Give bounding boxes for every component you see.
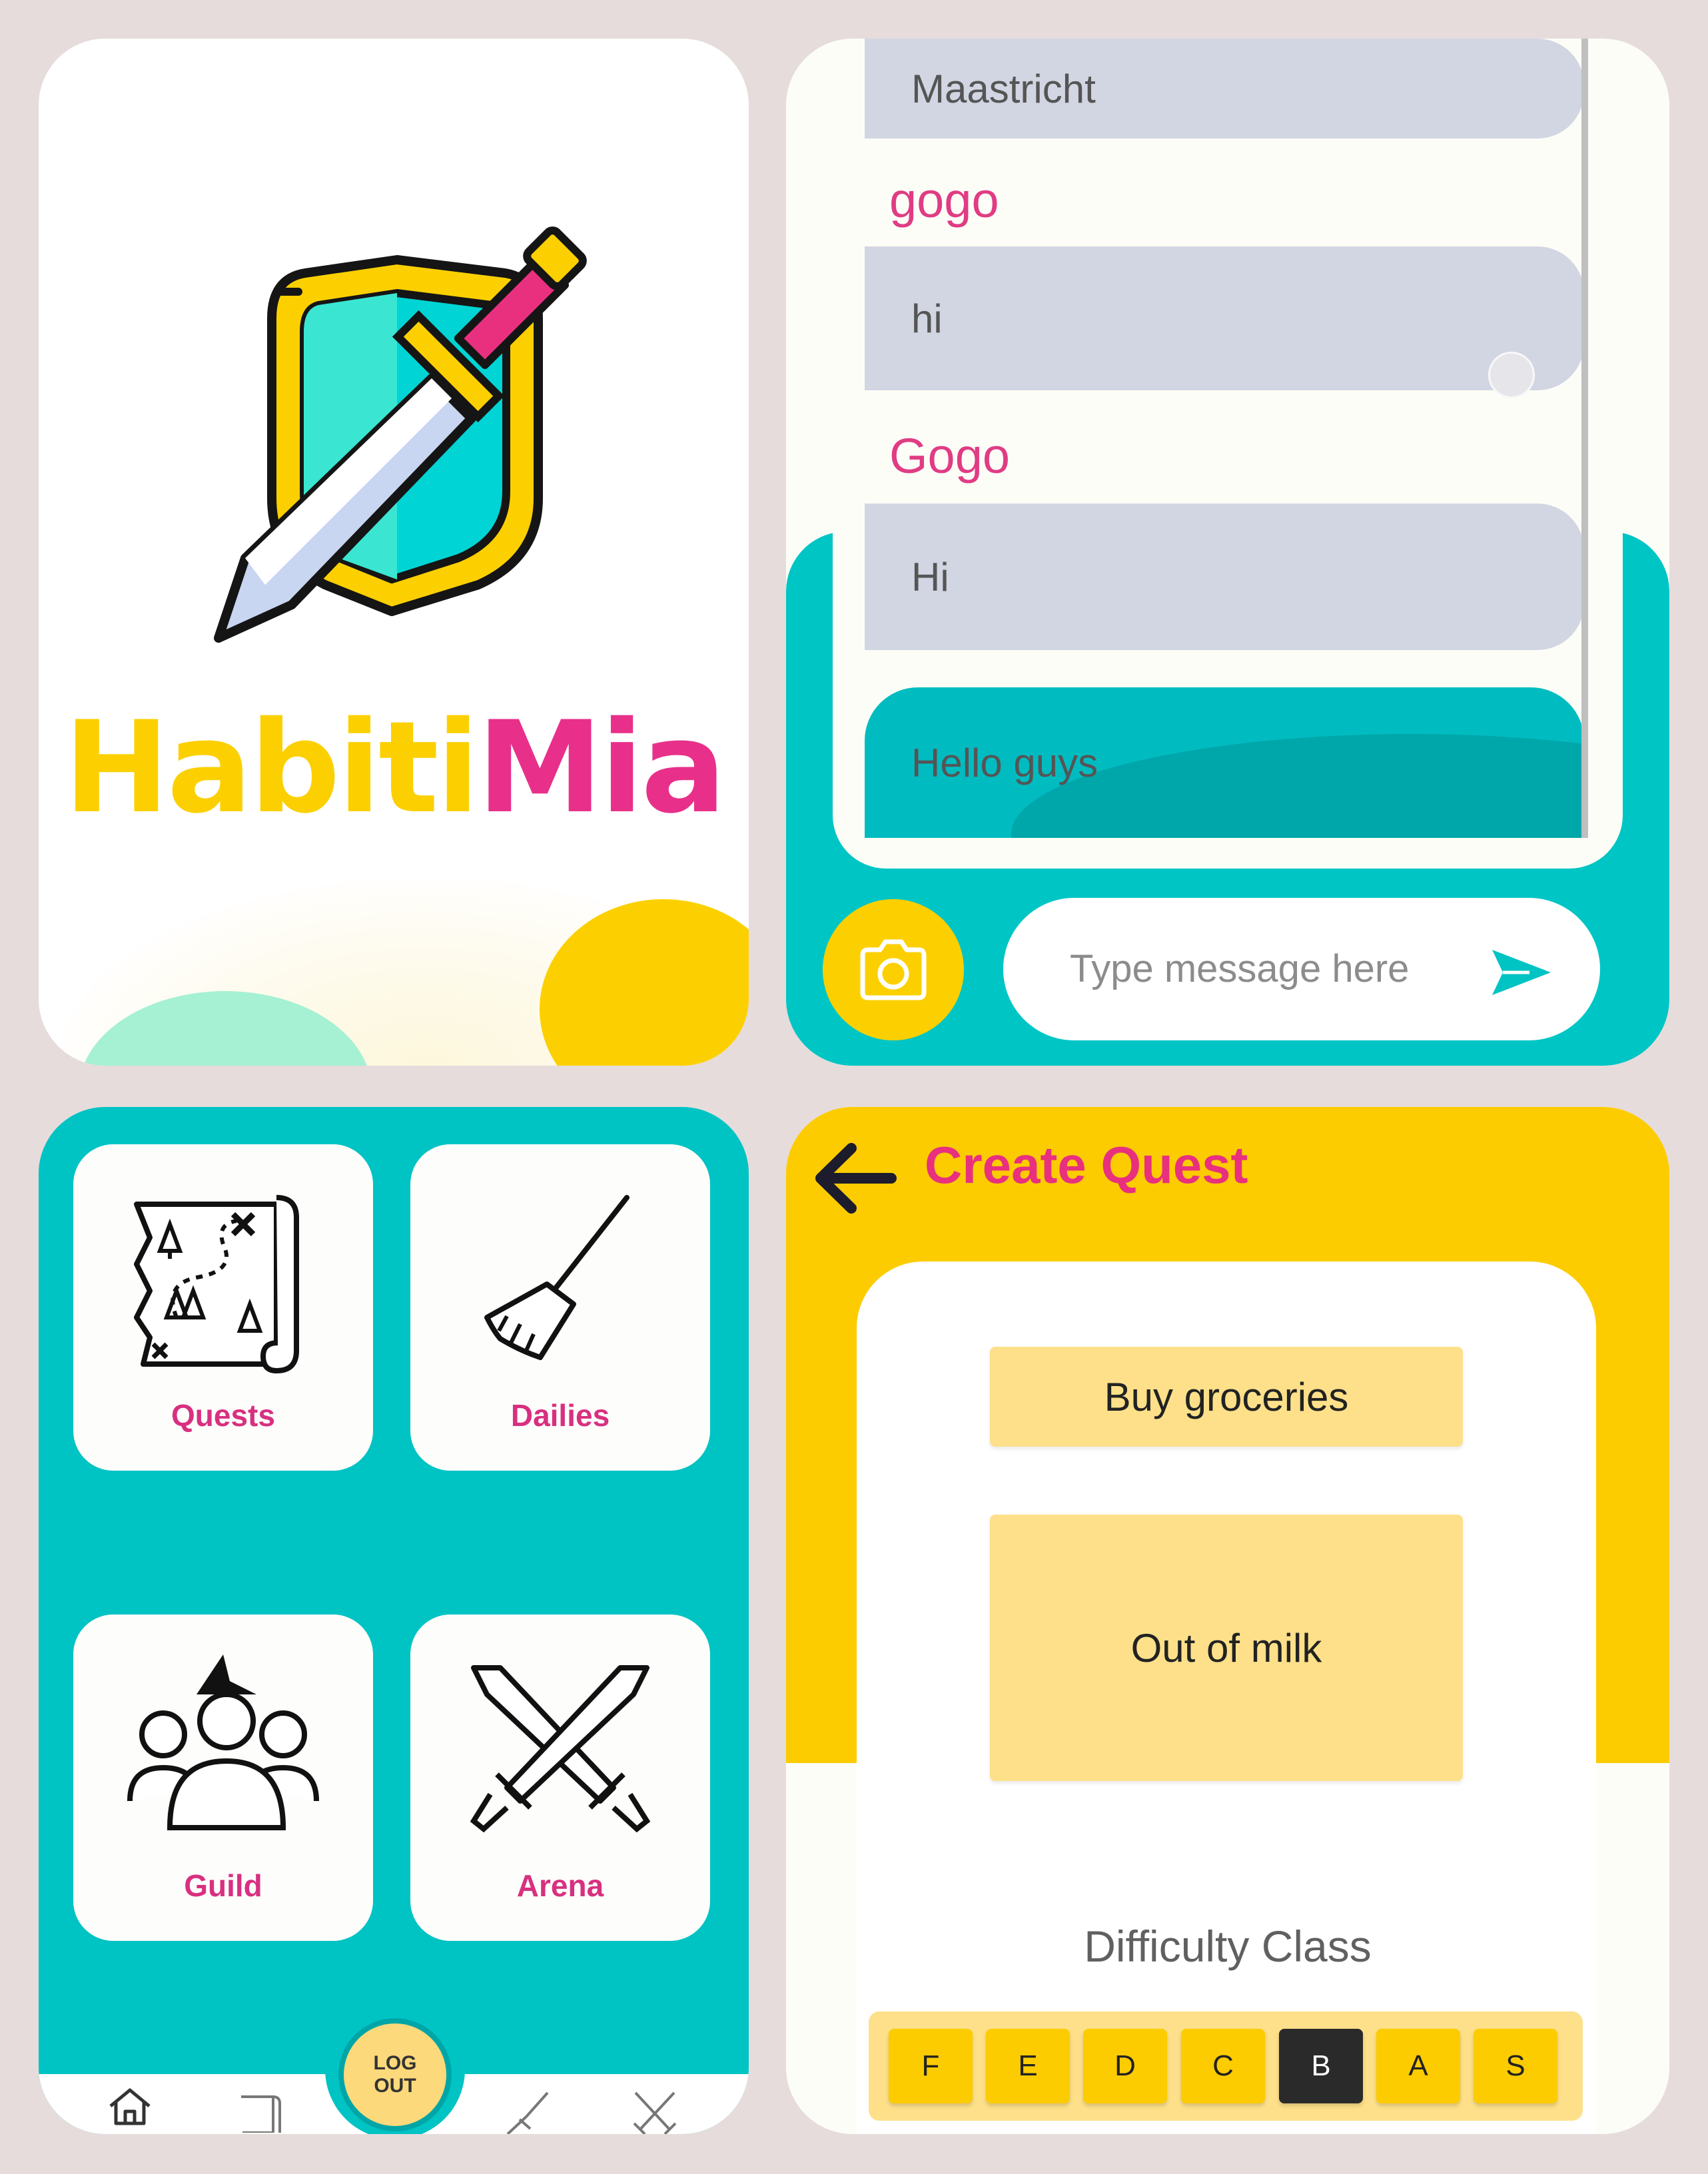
brand-title-part2: Mia bbox=[476, 694, 726, 841]
message-text: Hi bbox=[911, 554, 949, 599]
splash-screen: HabitiMia bbox=[39, 39, 749, 1066]
camera-icon bbox=[860, 939, 927, 1000]
message-sender: gogo bbox=[889, 173, 999, 228]
crossed-swords-icon bbox=[470, 1665, 651, 1833]
difficulty-option-s[interactable]: S bbox=[1474, 2029, 1557, 2103]
own-message-bubble: Hello guys bbox=[865, 687, 1584, 838]
home-icon[interactable] bbox=[107, 2086, 153, 2126]
shield-sword-logo-icon bbox=[214, 226, 587, 643]
quest-description-field[interactable]: Out of milk bbox=[990, 1515, 1463, 1781]
message-text: Maastricht bbox=[911, 66, 1096, 111]
send-icon[interactable] bbox=[1490, 946, 1553, 999]
page-title: Create Quest bbox=[925, 1136, 1248, 1194]
logout-button[interactable]: LOG OUT bbox=[338, 2018, 452, 2131]
broom-nav-icon[interactable] bbox=[504, 2090, 550, 2134]
treasure-map-icon bbox=[134, 1195, 299, 1374]
menu-tile-arena[interactable]: Arena bbox=[410, 1615, 710, 1941]
message-bubble: hi bbox=[865, 246, 1584, 390]
difficulty-option-f[interactable]: F bbox=[889, 2029, 973, 2103]
menu-tile-quests[interactable]: Quests bbox=[73, 1144, 373, 1471]
logout-label-line1: LOG bbox=[373, 2051, 417, 2074]
difficulty-option-d[interactable]: D bbox=[1083, 2029, 1167, 2103]
chat-scrollbar[interactable] bbox=[1581, 39, 1588, 838]
scroll-knob[interactable] bbox=[1488, 352, 1535, 398]
group-wizard-icon bbox=[127, 1654, 319, 1830]
broom-icon bbox=[484, 1195, 630, 1360]
brand-title: HabitiMia bbox=[39, 705, 749, 831]
map-icon[interactable] bbox=[238, 2093, 281, 2133]
swords-nav-icon[interactable] bbox=[632, 2090, 678, 2134]
difficulty-label: Difficulty Class bbox=[1084, 1922, 1372, 1971]
create-quest-screen: Create Quest Buy groceries Out of milk D… bbox=[786, 1107, 1669, 2134]
message-bubble: Maastricht bbox=[865, 39, 1584, 139]
back-arrow-icon[interactable] bbox=[811, 1142, 898, 1215]
difficulty-option-c[interactable]: C bbox=[1181, 2029, 1265, 2103]
menu-tile-label: Guild bbox=[184, 1868, 262, 1903]
menu-tile-label: Quests bbox=[171, 1398, 275, 1433]
message-input[interactable]: Type message here bbox=[1003, 898, 1600, 1040]
message-sender: Gogo bbox=[889, 428, 1011, 484]
logout-label-line2: OUT bbox=[374, 2075, 416, 2097]
message-text: hi bbox=[911, 296, 943, 341]
brand-title-part1: Habiti bbox=[63, 694, 480, 841]
menu-tile-label: Arena bbox=[516, 1868, 604, 1903]
menu-tile-dailies[interactable]: Dailies bbox=[410, 1144, 710, 1471]
chat-screen: Maastricht gogo hi Gogo Hi Hello guys Ty… bbox=[786, 39, 1669, 1066]
camera-button[interactable] bbox=[823, 899, 964, 1040]
menu-tile-guild[interactable]: Guild bbox=[73, 1615, 373, 1941]
message-text: Hello guys bbox=[911, 740, 1098, 785]
message-bubble: Hi bbox=[865, 504, 1584, 650]
difficulty-option-e[interactable]: E bbox=[986, 2029, 1070, 2103]
quest-name-field[interactable]: Buy groceries bbox=[990, 1347, 1463, 1447]
difficulty-option-a[interactable]: A bbox=[1376, 2029, 1460, 2103]
menu-tile-label: Dailies bbox=[510, 1398, 610, 1433]
home-menu-screen: Quests Dailies Guild Arena LOG OUT bbox=[39, 1107, 749, 2134]
difficulty-option-b[interactable]: B bbox=[1279, 2029, 1363, 2103]
message-input-placeholder: Type message here bbox=[1070, 947, 1410, 990]
